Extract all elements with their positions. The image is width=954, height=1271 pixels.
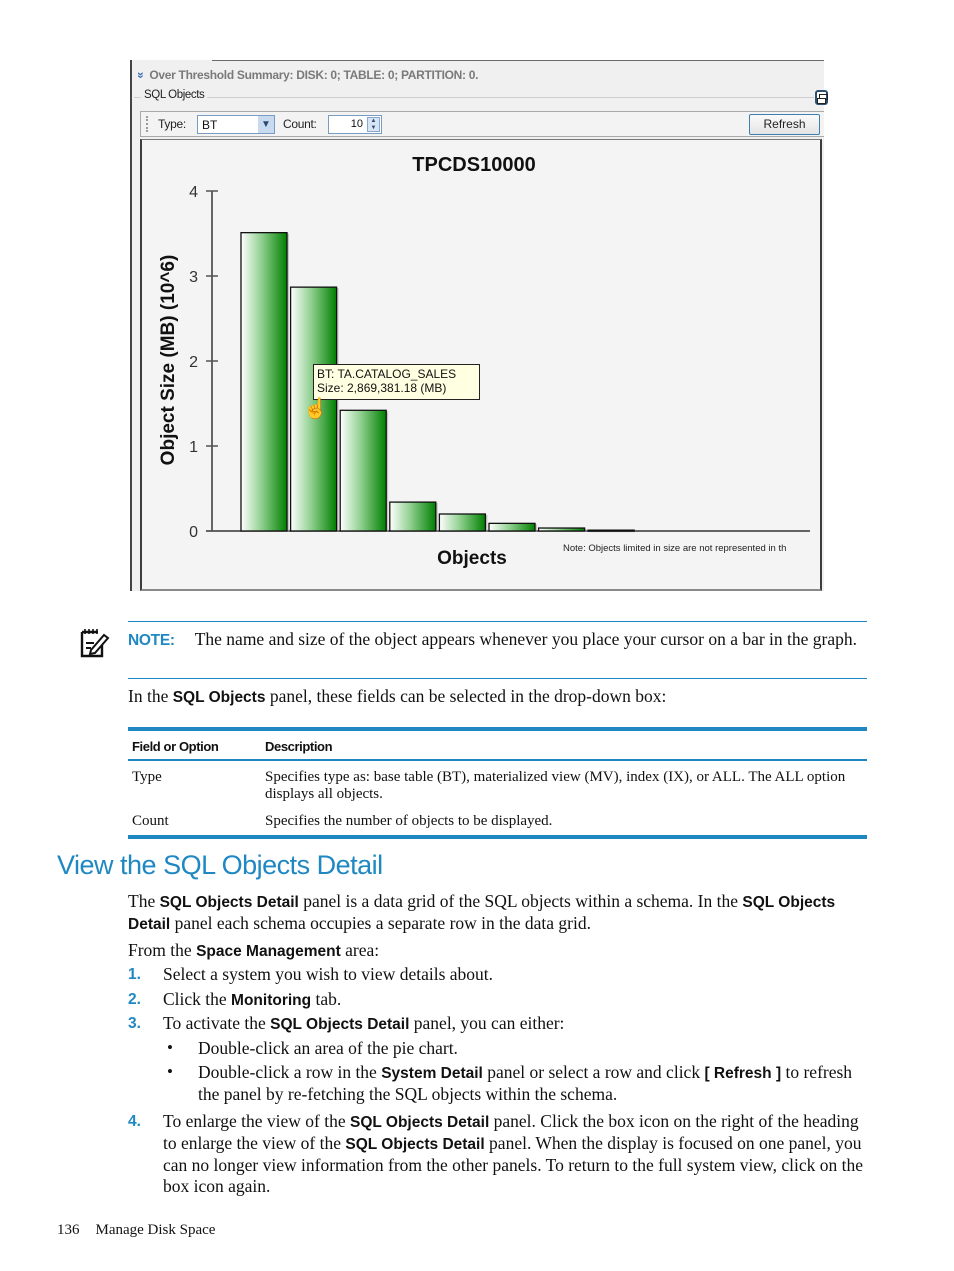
sql-objects-group-label: SQL Objects — [141, 89, 208, 101]
note: NOTE: The name and size of the object app… — [128, 629, 867, 651]
table-header: Field or Option Description — [128, 731, 867, 761]
text-run: Click the — [163, 989, 232, 1009]
y-axis-label: Object Size (MB) (10^6) — [158, 255, 179, 466]
window-restore-icon[interactable] — [815, 90, 828, 105]
cell-field: Count — [132, 813, 169, 829]
count-stepper[interactable]: 10 ▲ ▼ — [328, 115, 382, 134]
bar — [339, 409, 387, 532]
text-run: panel is a data grid of the SQL objects … — [298, 891, 743, 911]
intro-paragraph: In the SQL Objects panel, these fields c… — [128, 686, 867, 708]
y-tick-label: 3 — [189, 269, 198, 286]
type-dropdown-value: BT — [202, 118, 218, 132]
step-number: 2. — [128, 991, 141, 1008]
type-dropdown[interactable]: BT ▼ — [197, 115, 275, 134]
note-top-rule — [128, 621, 867, 622]
bold-run: Monitoring — [231, 992, 312, 1009]
text-run: From the — [128, 940, 197, 960]
page-footer: 136 Manage Disk Space — [57, 1222, 215, 1239]
toolbar-grip-handle[interactable] — [146, 116, 150, 132]
refresh-button[interactable]: Refresh — [749, 114, 820, 135]
section-paragraph-1: The SQL Objects Detail panel is a data g… — [128, 891, 867, 935]
bold-run: [ Refresh ] — [704, 1065, 782, 1082]
sql-objects-toolbar: Type: BT ▼ Count: 10 ▲ ▼ Refresh — [140, 111, 824, 137]
step-number: 1. — [128, 966, 141, 983]
y-tick-label: 4 — [189, 184, 198, 201]
sql-objects-screenshot: »Over Threshold Summary: DISK: 0; TABLE:… — [130, 60, 828, 591]
chart-area: TPCDS10000 Object Size (MB) (10^6) Objec… — [140, 139, 822, 591]
text-run: Double-click a row in the — [198, 1062, 382, 1082]
spin-arrows-icon[interactable]: ▲ ▼ — [367, 117, 380, 132]
bar-tooltip: BT: TA.CATALOG_SALES Size: 2,869,381.18 … — [313, 364, 480, 400]
chapter-title: Manage Disk Space — [95, 1222, 216, 1238]
bold-run: SQL Objects — [172, 689, 266, 706]
bar-chart: TPCDS10000 Object Size (MB) (10^6) Objec… — [158, 154, 810, 569]
step-text: To enlarge the view of the SQL Objects D… — [163, 1111, 868, 1197]
y-tick-label: 1 — [189, 439, 198, 456]
note-text: The name and size of the object appears … — [194, 629, 858, 649]
bold-run: SQL Objects Detail — [350, 1114, 490, 1131]
cell-description: Specifies the number of objects to be di… — [265, 813, 553, 829]
panel-top-border — [212, 60, 824, 61]
bullet-text: Double-click an area of the pie chart. — [198, 1038, 458, 1058]
count-label: Count: — [283, 117, 317, 131]
column-header-field: Field or Option — [132, 739, 219, 754]
double-chevron-down-icon[interactable]: » — [134, 72, 148, 78]
bold-run: System Detail — [381, 1065, 483, 1082]
x-axis-label: Objects — [437, 548, 507, 569]
text-run: panel, these fields can be selected in t… — [265, 686, 667, 706]
bold-run: SQL Objects Detail — [345, 1136, 485, 1153]
note-label: NOTE: — [128, 632, 175, 649]
note-bottom-rule — [128, 678, 867, 679]
section-heading: View the SQL Objects Detail — [57, 850, 383, 880]
bar — [587, 529, 635, 532]
step-text: To activate the SQL Objects Detail panel… — [163, 1013, 868, 1035]
bullet-glyph: • — [167, 1038, 173, 1057]
text-run: panel, you can either: — [409, 1013, 565, 1033]
page-number: 136 — [57, 1222, 80, 1238]
section-paragraph-2: From the Space Management area: — [128, 940, 867, 962]
step-text: Click the Monitoring tab. — [163, 989, 868, 1011]
text-run: area: — [340, 940, 380, 960]
bullet-text: Double-click a row in the System Detail … — [198, 1062, 868, 1105]
bar — [537, 527, 586, 532]
table-row: Count Specifies the number of objects to… — [128, 807, 867, 835]
chart-title: TPCDS10000 — [412, 154, 535, 176]
bar — [389, 501, 437, 532]
bold-run: SQL Objects Detail — [159, 894, 299, 911]
y-tick-label: 2 — [189, 354, 198, 371]
table-row: Type Specifies type as: base table (BT),… — [128, 761, 867, 807]
y-tick-label: 0 — [189, 524, 198, 541]
text-run: tab. — [311, 989, 342, 1009]
chevron-down-icon[interactable]: ▼ — [258, 116, 274, 133]
over-threshold-summary[interactable]: »Over Threshold Summary: DISK: 0; TABLE:… — [134, 68, 479, 82]
text-run: panel or select a row and click — [482, 1062, 705, 1082]
bar — [488, 522, 536, 532]
bullet-glyph: • — [167, 1062, 173, 1081]
cell-field: Type — [132, 769, 162, 785]
bold-run: SQL Objects Detail — [270, 1016, 410, 1033]
chart-annotation: Note: Objects limited in size are not re… — [563, 543, 786, 554]
text-run: To activate the — [163, 1013, 271, 1033]
step-text: Select a system you wish to view details… — [163, 964, 494, 984]
threshold-summary-text: Over Threshold Summary: DISK: 0; TABLE: … — [149, 68, 479, 82]
step-number: 4. — [128, 1113, 141, 1130]
tooltip-object-name: BT: TA.CATALOG_SALES — [317, 367, 457, 381]
text-run: The — [128, 891, 160, 911]
type-label: Type: — [158, 117, 186, 131]
bar — [438, 513, 487, 532]
text-run: In the — [128, 686, 173, 706]
text-run: To enlarge the view of the — [163, 1111, 350, 1131]
bold-run: Space Management — [196, 943, 341, 960]
options-table: Field or Option Description Type Specifi… — [128, 727, 867, 839]
hand-pointer-icon: ☝ — [303, 398, 328, 420]
tooltip-object-size: Size: 2,869,381.18 (MB) — [317, 381, 447, 395]
text-run: panel each schema occupies a separate ro… — [170, 913, 591, 933]
note-pencil-icon — [80, 629, 110, 658]
group-box-line — [134, 97, 814, 98]
cell-description: Specifies type as: base table (BT), mate… — [265, 769, 846, 802]
count-stepper-value: 10 — [350, 118, 363, 130]
column-header-description: Description — [265, 739, 333, 754]
step-number: 3. — [128, 1015, 141, 1032]
bar — [240, 232, 288, 532]
